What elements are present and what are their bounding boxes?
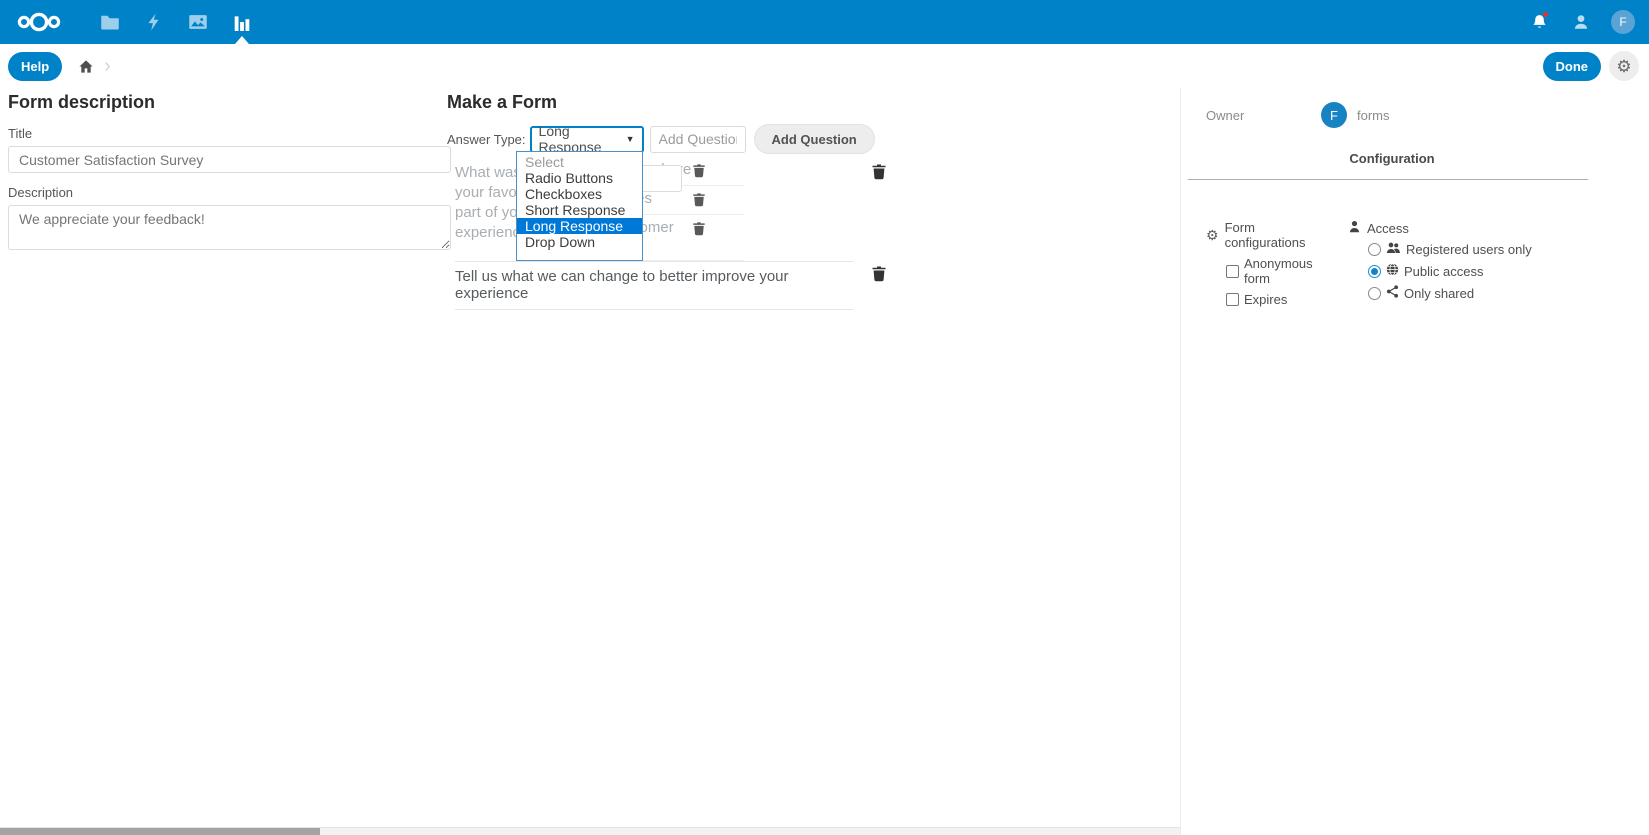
notifications-bell-icon[interactable] xyxy=(1527,10,1551,34)
horizontal-scrollbar[interactable] xyxy=(0,827,1180,835)
dropdown-option-long-response[interactable]: Long Response xyxy=(517,218,642,234)
dropdown-option-short-response[interactable]: Short Response xyxy=(517,202,642,218)
owner-name: forms xyxy=(1357,108,1390,123)
registered-users-option[interactable]: Registered users only xyxy=(1368,242,1532,257)
make-form-heading: Make a Form xyxy=(447,90,1180,114)
page-content: Form description Title Description We ap… xyxy=(0,88,1649,835)
only-shared-label: Only shared xyxy=(1404,286,1474,301)
top-header-bar: F xyxy=(0,0,1649,44)
answer-type-select[interactable]: Long Response ▼ xyxy=(530,126,644,153)
delete-answer-trash-icon[interactable] xyxy=(692,221,706,241)
owner-avatar: F xyxy=(1321,102,1347,128)
configuration-divider xyxy=(1188,179,1588,180)
form-description-heading: Form description xyxy=(8,90,451,114)
form-configurations-group: ⚙ Form configurations Anonymous form Exp… xyxy=(1206,220,1336,307)
toolbar-right-group: Done ⚙ xyxy=(1543,51,1640,81)
app-menu xyxy=(88,0,264,44)
delete-answer-trash-icon[interactable] xyxy=(692,163,706,183)
title-label: Title xyxy=(8,126,451,141)
app-activity-bolt-icon[interactable] xyxy=(132,0,176,44)
globe-icon xyxy=(1386,263,1399,279)
breadcrumb-chevron-icon: › xyxy=(104,55,111,78)
add-question-button[interactable]: Add Question xyxy=(754,124,875,154)
dropdown-option-select[interactable]: Select xyxy=(517,154,642,170)
contacts-person-icon[interactable] xyxy=(1569,10,1593,34)
help-button[interactable]: Help xyxy=(8,52,62,81)
public-access-label: Public access xyxy=(1404,264,1483,279)
anonymous-form-label: Anonymous form xyxy=(1244,256,1336,286)
settings-gear-icon[interactable]: ⚙ xyxy=(1609,51,1639,81)
delete-answer-trash-icon[interactable] xyxy=(692,192,706,212)
main-area: Form description Title Description We ap… xyxy=(0,88,1180,835)
expires-checkbox[interactable] xyxy=(1226,293,1239,306)
group-users-icon xyxy=(1386,242,1401,257)
question-list: What was your favorite part of your expe… xyxy=(447,157,893,310)
form-description-panel: Form description Title Description We ap… xyxy=(0,88,447,835)
access-group: Access Registered users only Public acce… xyxy=(1348,220,1532,307)
notification-badge-dot xyxy=(1542,11,1549,18)
breadcrumb-home-icon[interactable] xyxy=(78,59,94,74)
secondary-toolbar: Help › Done ⚙ xyxy=(0,44,1649,88)
question-text[interactable]: Tell us what we can change to better imp… xyxy=(455,268,853,302)
registered-users-label: Registered users only xyxy=(1406,242,1532,257)
make-form-panel: Make a Form Answer Type: Long Response ▼… xyxy=(447,88,1180,835)
delete-question-trash-icon[interactable] xyxy=(871,163,887,185)
done-button[interactable]: Done xyxy=(1543,52,1602,81)
select-caret-icon: ▼ xyxy=(626,134,635,144)
horizontal-scrollbar-thumb[interactable] xyxy=(0,828,320,835)
share-icon xyxy=(1386,285,1399,301)
anonymous-form-option[interactable]: Anonymous form xyxy=(1226,256,1336,286)
answer-type-label: Answer Type: xyxy=(447,132,526,147)
only-shared-radio[interactable] xyxy=(1368,287,1381,300)
expires-label: Expires xyxy=(1244,292,1287,307)
owner-row: Owner F forms xyxy=(1206,102,1649,128)
public-access-radio[interactable] xyxy=(1368,265,1381,278)
nextcloud-logo-icon[interactable] xyxy=(16,9,62,35)
anonymous-form-checkbox[interactable] xyxy=(1226,265,1239,278)
active-app-indicator xyxy=(235,36,249,44)
registered-users-radio[interactable] xyxy=(1368,243,1381,256)
topbar-right-group: F xyxy=(1527,10,1649,34)
form-title-input[interactable] xyxy=(8,146,451,173)
public-access-option[interactable]: Public access xyxy=(1368,263,1532,279)
app-forms-chart-icon[interactable] xyxy=(220,0,264,44)
owner-label: Owner xyxy=(1206,108,1321,123)
settings-sidebar: Owner F forms Configuration ⚙ Form confi… xyxy=(1180,88,1649,835)
access-person-icon xyxy=(1348,220,1361,236)
app-photos-image-icon[interactable] xyxy=(176,0,220,44)
form-config-gear-icon: ⚙ xyxy=(1206,228,1219,242)
configuration-columns: ⚙ Form configurations Anonymous form Exp… xyxy=(1206,220,1649,307)
question-row: Tell us what we can change to better imp… xyxy=(447,261,893,310)
app-files-folder-icon[interactable] xyxy=(88,0,132,44)
question-row: What was your favorite part of your expe… xyxy=(447,157,893,261)
add-question-input[interactable] xyxy=(650,126,746,153)
form-configurations-label: Form configurations xyxy=(1225,220,1336,250)
delete-question-trash-icon[interactable] xyxy=(871,265,887,287)
expires-option[interactable]: Expires xyxy=(1226,292,1336,307)
dropdown-option-radio-buttons[interactable]: Radio Buttons xyxy=(517,170,642,186)
add-question-row: Answer Type: Long Response ▼ Add Questio… xyxy=(447,124,1180,154)
dropdown-option-drop-down[interactable]: Drop Down xyxy=(517,234,642,250)
configuration-heading: Configuration xyxy=(1206,151,1578,166)
description-label: Description xyxy=(8,185,451,200)
dropdown-option-checkboxes[interactable]: Checkboxes xyxy=(517,186,642,202)
answer-type-dropdown-list: Select Radio Buttons Checkboxes Short Re… xyxy=(516,151,643,261)
user-avatar[interactable]: F xyxy=(1611,10,1635,34)
only-shared-option[interactable]: Only shared xyxy=(1368,285,1532,301)
access-label: Access xyxy=(1367,221,1409,236)
form-description-textarea[interactable]: We appreciate your feedback! xyxy=(8,205,451,250)
